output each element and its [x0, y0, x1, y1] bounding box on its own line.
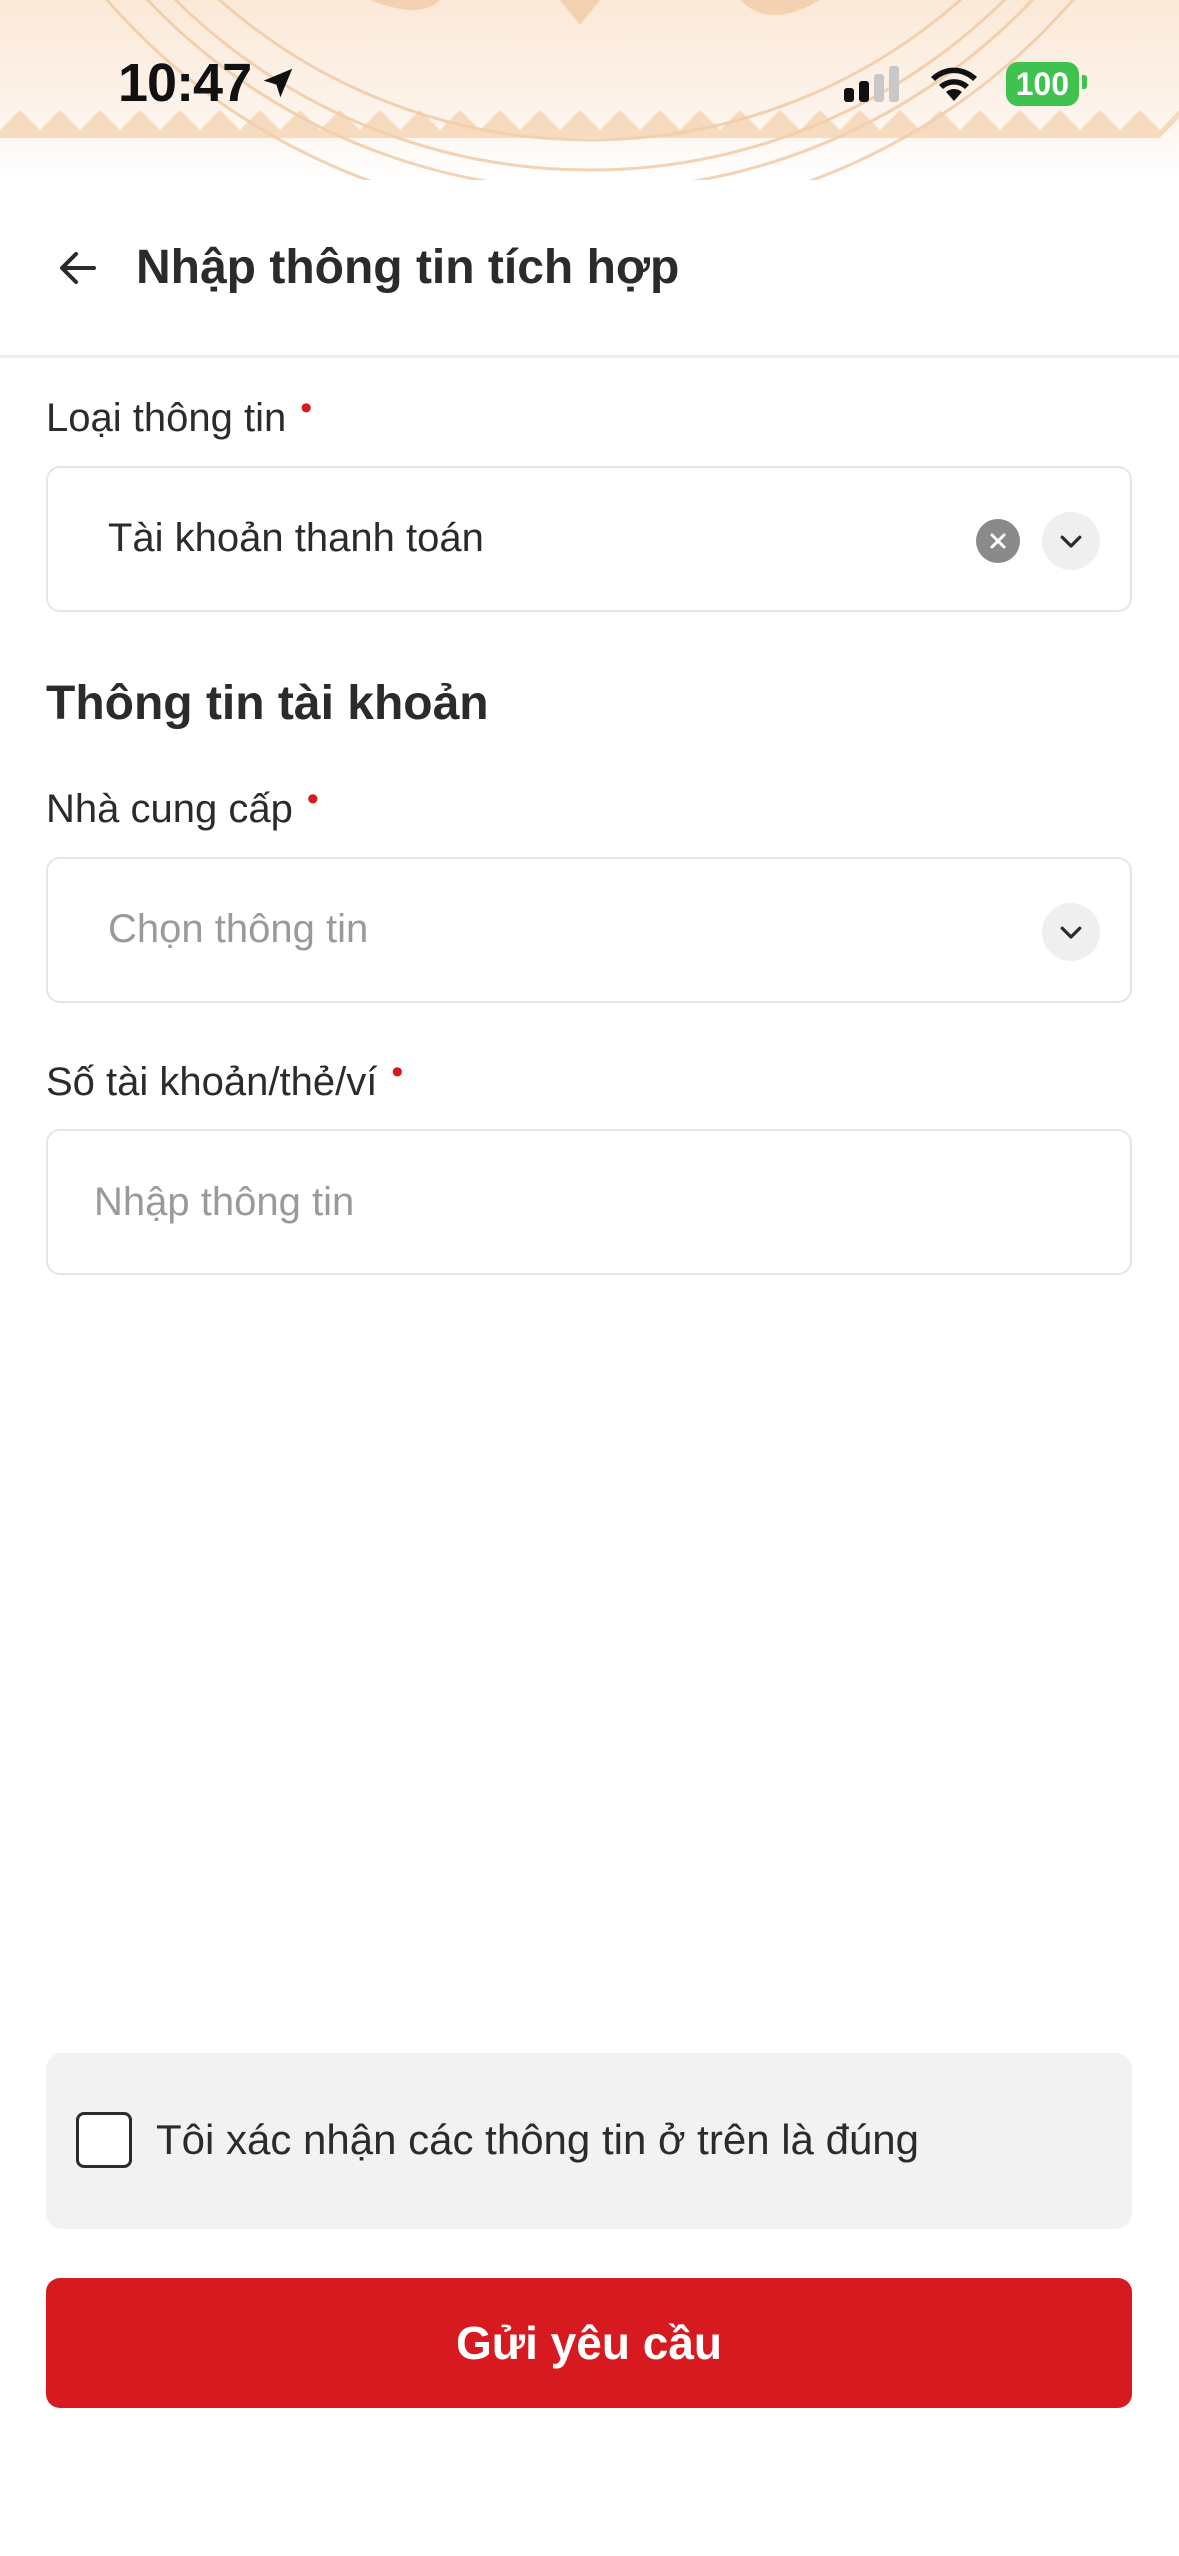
confirm-box: Tôi xác nhận các thông tin ở trên là đún… — [46, 2053, 1132, 2229]
info-type-label-text: Loại thông tin — [46, 396, 287, 440]
app-header: Nhập thông tin tích hợp — [0, 200, 1179, 358]
account-number-label-text: Số tài khoản/thẻ/ví — [46, 1060, 378, 1104]
back-button[interactable] — [48, 238, 108, 298]
account-number-input[interactable] — [46, 1129, 1132, 1275]
info-type-value: Tài khoản thanh toán — [108, 516, 484, 560]
info-type-select[interactable]: Tài khoản thanh toán — [46, 466, 1132, 612]
provider-dropdown-toggle[interactable] — [1042, 903, 1100, 961]
status-indicators: 100 — [842, 62, 1088, 106]
chevron-down-icon — [1060, 535, 1082, 548]
section-title-account: Thông tin tài khoản — [46, 677, 489, 730]
clear-selection-button[interactable] — [976, 519, 1020, 563]
status-time: 10:47 — [118, 52, 297, 114]
info-type-dropdown-toggle[interactable] — [1042, 512, 1100, 570]
wifi-icon — [930, 67, 977, 101]
battery-indicator: 100 — [1005, 62, 1088, 106]
page-title: Nhập thông tin tích hợp — [136, 241, 680, 294]
submit-button[interactable]: Gửi yêu cầu — [46, 2278, 1132, 2408]
cellular-signal-icon — [843, 66, 899, 102]
confirm-checkbox[interactable] — [76, 2112, 132, 2168]
required-mark: • — [300, 389, 313, 427]
clear-icon — [990, 533, 1006, 549]
provider-select[interactable]: Chọn thông tin — [46, 857, 1132, 1003]
confirm-text: Tôi xác nhận các thông tin ở trên là đún… — [156, 2116, 920, 2163]
chevron-down-icon — [1060, 926, 1082, 939]
info-type-label: Loại thông tin • — [46, 389, 312, 445]
required-mark: • — [391, 1053, 404, 1091]
location-arrow-icon — [263, 68, 293, 98]
account-number-label: Số tài khoản/thẻ/ví • — [46, 1053, 403, 1109]
arrow-left-icon — [60, 252, 96, 284]
provider-label: Nhà cung cấp • — [46, 780, 319, 836]
provider-placeholder: Chọn thông tin — [108, 907, 369, 951]
provider-label-text: Nhà cung cấp — [46, 787, 293, 831]
status-bar: 10:47 100 — [0, 0, 1179, 180]
required-mark: • — [306, 780, 319, 818]
